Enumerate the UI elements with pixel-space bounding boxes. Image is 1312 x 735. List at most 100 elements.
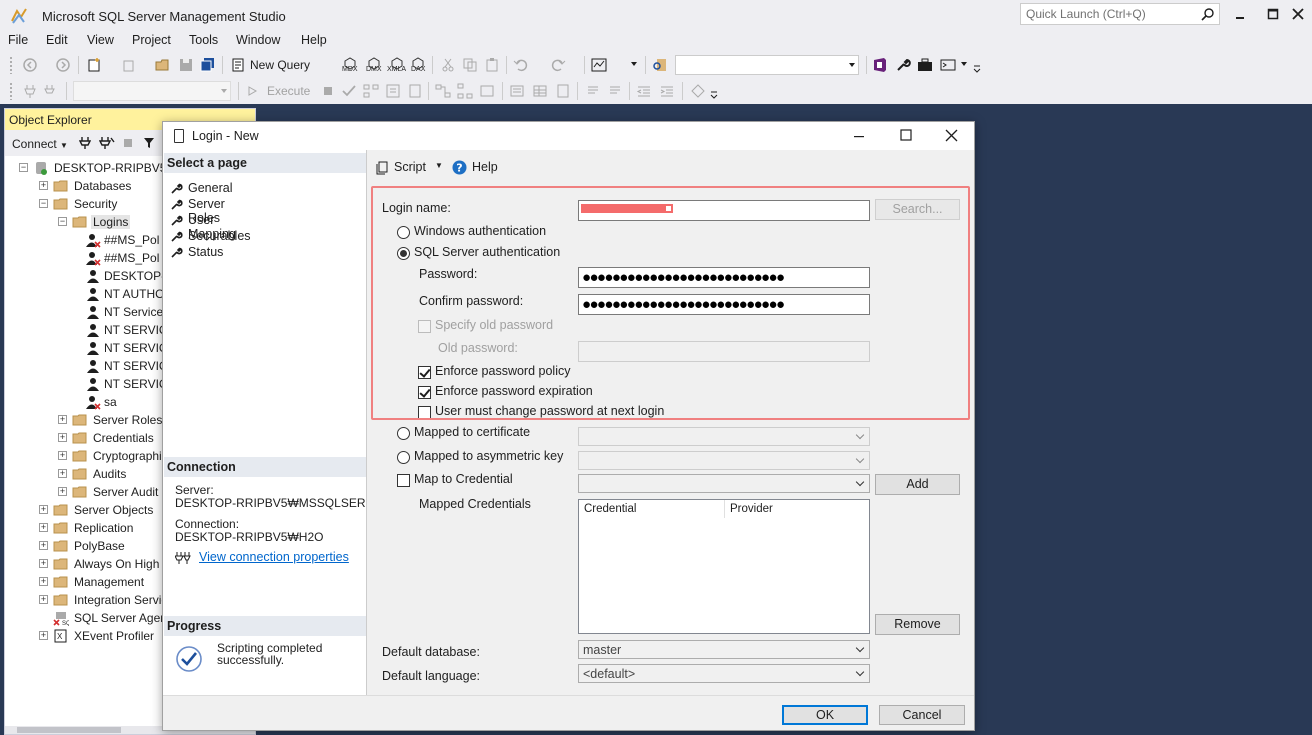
solution-config-dropdown[interactable]: [618, 55, 640, 75]
mapped-asym-key-radio[interactable]: [397, 451, 410, 464]
increase-indent-icon[interactable]: [659, 83, 675, 99]
password-input[interactable]: ●●●●●●●●●●●●●●●●●●●●●●●●●●●: [578, 267, 870, 288]
forward-icon[interactable]: [55, 57, 71, 73]
confirm-password-input[interactable]: ●●●●●●●●●●●●●●●●●●●●●●●●●●●: [578, 294, 870, 315]
expand-toggle[interactable]: +: [39, 577, 48, 586]
cancel-query-icon[interactable]: [320, 83, 336, 99]
certificate-dropdown[interactable]: [578, 427, 870, 446]
add-credential-button[interactable]: Add: [875, 474, 960, 495]
scroll-thumb[interactable]: [17, 727, 121, 733]
dialog-close-button[interactable]: [945, 129, 958, 142]
estimated-plan-icon[interactable]: [363, 83, 379, 99]
menu-edit[interactable]: Edit: [46, 33, 68, 47]
toolbar-grip[interactable]: [9, 82, 13, 100]
open-file-icon[interactable]: [155, 57, 171, 73]
execute-button[interactable]: Execute: [267, 84, 310, 98]
menu-file[interactable]: File: [8, 33, 28, 47]
expand-toggle[interactable]: +: [39, 523, 48, 532]
execute-icon[interactable]: [246, 83, 258, 99]
expand-toggle[interactable]: +: [39, 559, 48, 568]
sql-auth-radio[interactable]: [397, 247, 410, 260]
menu-view[interactable]: View: [87, 33, 114, 47]
menu-project[interactable]: Project: [132, 33, 171, 47]
find-combo[interactable]: [675, 55, 859, 75]
default-database-dropdown[interactable]: master: [578, 640, 870, 659]
grid-column-provider[interactable]: Provider: [730, 503, 773, 515]
old-password-input[interactable]: [578, 341, 870, 362]
back-icon[interactable]: [22, 57, 38, 73]
windows-auth-radio[interactable]: [397, 226, 410, 239]
credential-dropdown[interactable]: [578, 474, 870, 493]
results-file-icon[interactable]: [555, 83, 571, 99]
change-connection-icon[interactable]: [44, 83, 60, 99]
add-item-icon[interactable]: [120, 57, 136, 73]
vs-solution-icon[interactable]: [872, 57, 888, 73]
connect-plug-icon[interactable]: [22, 83, 38, 99]
ok-button[interactable]: OK: [782, 705, 868, 725]
mapped-credentials-grid[interactable]: Credential Provider: [578, 499, 870, 634]
toolbar-overflow-icon[interactable]: [972, 63, 982, 73]
script-dropdown-arrow-icon[interactable]: ▼: [435, 161, 443, 170]
decrease-indent-icon[interactable]: [636, 83, 652, 99]
results-grid-icon[interactable]: [532, 83, 548, 99]
available-databases-dropdown[interactable]: [73, 81, 231, 101]
comment-icon[interactable]: [585, 83, 601, 99]
default-language-dropdown[interactable]: <default>: [578, 664, 870, 683]
toolbar-options-dropdown[interactable]: [958, 55, 970, 75]
must-change-checkbox[interactable]: [418, 406, 431, 419]
results-text-icon[interactable]: [509, 83, 525, 99]
remove-credential-button[interactable]: Remove: [875, 614, 960, 635]
enforce-policy-checkbox[interactable]: [418, 366, 431, 379]
grid-column-credential[interactable]: Credential: [584, 503, 636, 515]
view-connection-properties-link[interactable]: View connection properties: [199, 550, 349, 564]
specify-template-values-icon[interactable]: [690, 83, 706, 99]
toolbar-grip[interactable]: [9, 56, 13, 74]
new-query-button[interactable]: New Query: [250, 58, 310, 72]
maximize-button[interactable]: [1265, 6, 1281, 22]
expand-toggle[interactable]: +: [39, 505, 48, 514]
undo-icon[interactable]: [513, 57, 529, 73]
parse-check-icon[interactable]: [341, 83, 357, 99]
uncomment-icon[interactable]: [607, 83, 623, 99]
collapse-toggle[interactable]: −: [39, 199, 48, 208]
menu-tools[interactable]: Tools: [189, 33, 218, 47]
close-button[interactable]: [1290, 6, 1306, 22]
intellisense-icon[interactable]: [385, 83, 401, 99]
disconnect-icon[interactable]: [99, 136, 115, 150]
save-all-icon[interactable]: [200, 57, 216, 73]
menu-help[interactable]: Help: [301, 33, 327, 47]
find-in-files-icon[interactable]: [652, 57, 668, 73]
dialog-maximize-button[interactable]: [900, 129, 912, 141]
quick-launch-input[interactable]: Quick Launch (Ctrl+Q): [1020, 3, 1220, 25]
connect-plug-icon[interactable]: [79, 136, 91, 150]
paste-icon[interactable]: [484, 57, 500, 73]
expand-toggle[interactable]: +: [39, 181, 48, 190]
expand-toggle[interactable]: +: [58, 433, 67, 442]
live-stats-icon[interactable]: [457, 83, 473, 99]
map-credential-checkbox[interactable]: [397, 474, 410, 487]
enforce-expiration-checkbox[interactable]: [418, 386, 431, 399]
new-query-icon[interactable]: [230, 57, 246, 73]
expand-toggle[interactable]: +: [58, 415, 67, 424]
toolbox-icon[interactable]: [917, 57, 933, 73]
expand-toggle[interactable]: +: [39, 541, 48, 550]
expand-toggle[interactable]: +: [58, 451, 67, 460]
query-options-icon[interactable]: [407, 83, 423, 99]
dialog-minimize-button[interactable]: [853, 130, 865, 142]
menu-window[interactable]: Window: [236, 33, 280, 47]
redo-icon[interactable]: [550, 57, 566, 73]
collapse-toggle[interactable]: −: [58, 217, 67, 226]
minimize-button[interactable]: [1232, 6, 1248, 22]
expand-toggle[interactable]: +: [58, 487, 67, 496]
connect-dropdown[interactable]: Connect ▼: [12, 137, 68, 151]
expand-toggle[interactable]: +: [39, 595, 48, 604]
expand-toggle[interactable]: +: [58, 469, 67, 478]
expand-toggle[interactable]: +: [39, 631, 48, 640]
filter-icon[interactable]: [143, 136, 155, 150]
save-icon[interactable]: [178, 57, 194, 73]
properties-wrench-icon[interactable]: [895, 57, 911, 73]
cancel-button[interactable]: Cancel: [879, 705, 965, 725]
stop-icon[interactable]: [123, 138, 133, 148]
activity-monitor-icon[interactable]: [591, 57, 607, 73]
copy-icon[interactable]: [462, 57, 478, 73]
